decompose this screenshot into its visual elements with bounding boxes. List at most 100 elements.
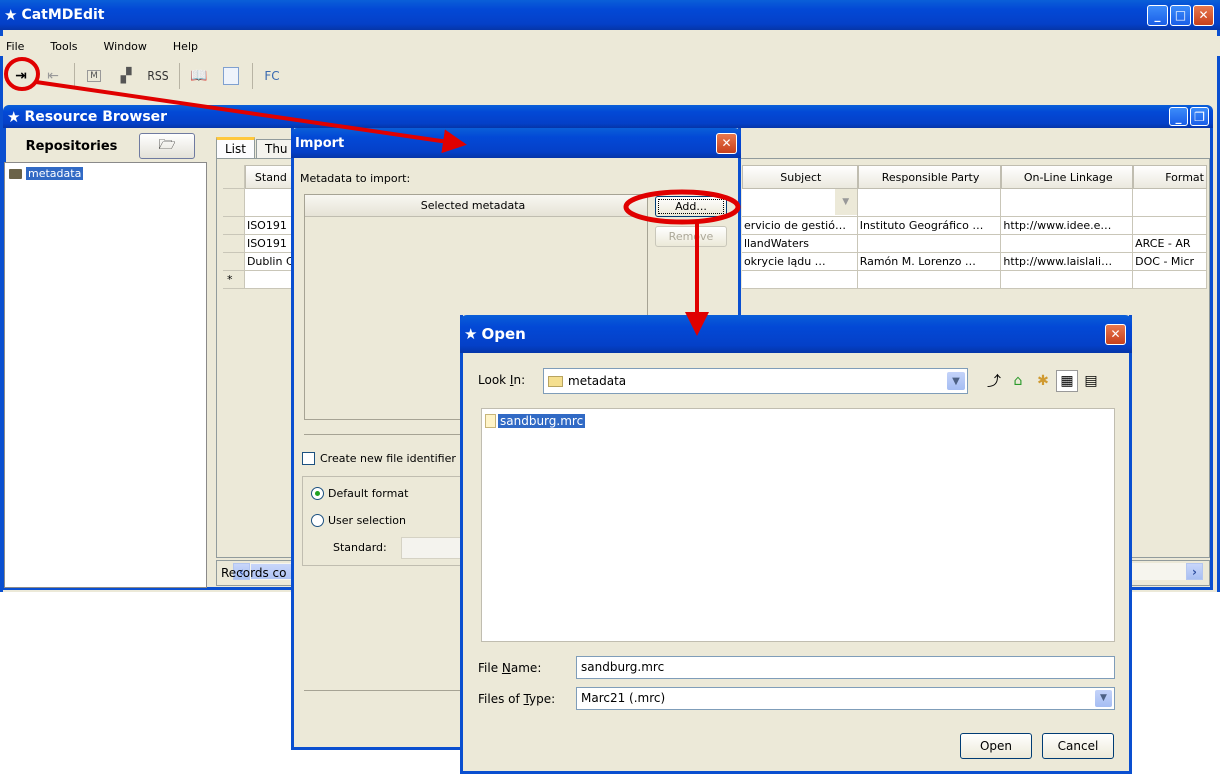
open-button[interactable]: Open (960, 733, 1032, 759)
star-icon: ★ (464, 325, 478, 343)
import-close-button[interactable]: ✕ (716, 132, 737, 154)
export-icon: ⇤ (47, 68, 59, 84)
maximize-button[interactable]: □ (1170, 4, 1191, 26)
toolbar-separator (74, 63, 75, 89)
look-in-select[interactable]: metadata ▼ (543, 368, 968, 394)
radio-label: User selection (328, 514, 407, 527)
cell-party: Ramón M. Lorenzo … (857, 253, 1002, 271)
cell-standard: ISO191 (244, 235, 295, 253)
selected-metadata-header: Selected metadata (305, 195, 647, 217)
menu-file[interactable]: File (6, 40, 24, 53)
repositories-panel: Repositories 🗁 metadata (4, 132, 209, 590)
radio-button[interactable] (311, 514, 324, 527)
look-in-label: Look In: (478, 373, 526, 387)
minimize-button[interactable]: _ (1147, 4, 1168, 26)
filter-subject[interactable]: ▼ (741, 189, 858, 217)
open-repository-button[interactable]: 🗁 (139, 133, 195, 159)
filter-responsible-party[interactable] (857, 189, 1002, 217)
rss-button[interactable]: RSS (143, 61, 173, 91)
files-of-type-select[interactable]: Marc21 (.mrc) ▼ (576, 687, 1115, 710)
row-header (223, 235, 245, 253)
folder-icon (9, 168, 22, 179)
cell-format (1133, 217, 1207, 235)
open-title-bar: ★ Open ✕ (460, 315, 1132, 353)
star-icon: ★ (7, 107, 21, 126)
row-header (223, 253, 245, 271)
export-button[interactable]: ⇤ (38, 61, 68, 91)
file-item[interactable]: sandburg.mrc (485, 414, 586, 428)
list-view-icon[interactable]: ▦ (1056, 370, 1078, 392)
column-header-format[interactable]: Format (1133, 165, 1207, 189)
book-icon: 📖 (190, 68, 208, 84)
menu-tools[interactable]: Tools (50, 40, 77, 53)
remove-button[interactable]: Remove (655, 226, 727, 247)
rb-restore-button[interactable]: ❐ (1190, 107, 1209, 126)
new-folder-icon[interactable]: ✱ (1032, 370, 1054, 392)
row-header (223, 189, 245, 217)
create-identifier-label: Create new file identifier (320, 452, 456, 465)
file-name-input[interactable]: sandburg.mrc (576, 656, 1115, 679)
column-header-subject[interactable]: Subject (741, 165, 858, 189)
cell-link (1001, 235, 1134, 253)
chevron-down-icon: ▼ (834, 189, 857, 215)
rb-minimize-button[interactable]: _ (1169, 107, 1188, 126)
import-title: Import (295, 135, 345, 151)
resource-browser-title: Resource Browser (24, 108, 168, 125)
fc-icon: FC (264, 69, 280, 83)
filter-standard[interactable] (244, 189, 295, 217)
cell-link: http://www.laislali… (1001, 253, 1134, 271)
column-header-standard[interactable]: Stand (244, 165, 295, 189)
page-icon (223, 67, 239, 85)
cancel-button[interactable]: Cancel (1042, 733, 1114, 759)
import-title-bar: Import ✕ (291, 128, 741, 158)
home-icon[interactable]: ⌂ (1007, 370, 1029, 392)
stamp-button[interactable]: ▞ (111, 61, 141, 91)
cell-standard: Dublin C (244, 253, 295, 271)
up-folder-icon[interactable]: ⤴ (983, 370, 1005, 392)
look-in-value: metadata (568, 374, 627, 388)
files-of-type-value: Marc21 (.mrc) (581, 691, 666, 705)
tree-item-metadata[interactable]: metadata (9, 167, 84, 180)
create-identifier-checkbox[interactable] (302, 452, 315, 465)
book-button[interactable]: 📖 (184, 61, 214, 91)
cell-party: Instituto Geográfico … (857, 217, 1002, 235)
standard-field[interactable] (401, 537, 461, 559)
row-header-corner (223, 165, 245, 189)
files-of-type-label: Files of Type: (478, 692, 556, 706)
radio-default-format[interactable]: Default format (311, 487, 408, 500)
create-identifier-checkbox-row[interactable]: Create new file identifier (302, 452, 456, 465)
standard-label: Standard: (333, 541, 387, 554)
file-list[interactable]: sandburg.mrc (481, 408, 1115, 642)
fc-button[interactable]: FC (257, 61, 287, 91)
radio-button[interactable] (311, 487, 324, 500)
open-close-button[interactable]: ✕ (1105, 323, 1126, 345)
cell-subject: ervicio de gestió… (741, 217, 858, 235)
file-name-label: File Name: (478, 661, 542, 675)
tab-list[interactable]: List (216, 137, 255, 158)
app-title: CatMDEdit (21, 7, 105, 23)
cell-standard (244, 271, 295, 289)
close-button[interactable]: ✕ (1193, 4, 1214, 26)
chevron-down-icon[interactable]: ▼ (947, 372, 965, 390)
file-icon (485, 414, 496, 428)
filter-format[interactable] (1133, 189, 1207, 217)
import-button[interactable]: ⇥ (6, 61, 36, 91)
metadata-button[interactable]: M (79, 61, 109, 91)
filter-online-linkage[interactable] (1001, 189, 1134, 217)
row-header (223, 217, 245, 235)
cell-standard: ISO191 (244, 217, 295, 235)
menu-help[interactable]: Help (173, 40, 198, 53)
stamp-icon: ▞ (120, 68, 132, 84)
menu-window[interactable]: Window (104, 40, 147, 53)
details-view-icon[interactable]: ▤ (1080, 370, 1102, 392)
metadata-icon: M (87, 70, 101, 82)
column-header-online-linkage[interactable]: On-Line Linkage (1001, 165, 1134, 189)
radio-user-selection[interactable]: User selection (311, 514, 406, 527)
chevron-down-icon[interactable]: ▼ (1095, 690, 1112, 707)
import-icon: ⇥ (15, 68, 27, 84)
add-button[interactable]: Add... (655, 196, 727, 217)
column-header-responsible-party[interactable]: Responsible Party (857, 165, 1002, 189)
page-button[interactable] (216, 61, 246, 91)
cell-subject: okrycie lądu … (741, 253, 858, 271)
resource-browser-title-bar: ★ Resource Browser _ ❐ (3, 105, 1213, 128)
